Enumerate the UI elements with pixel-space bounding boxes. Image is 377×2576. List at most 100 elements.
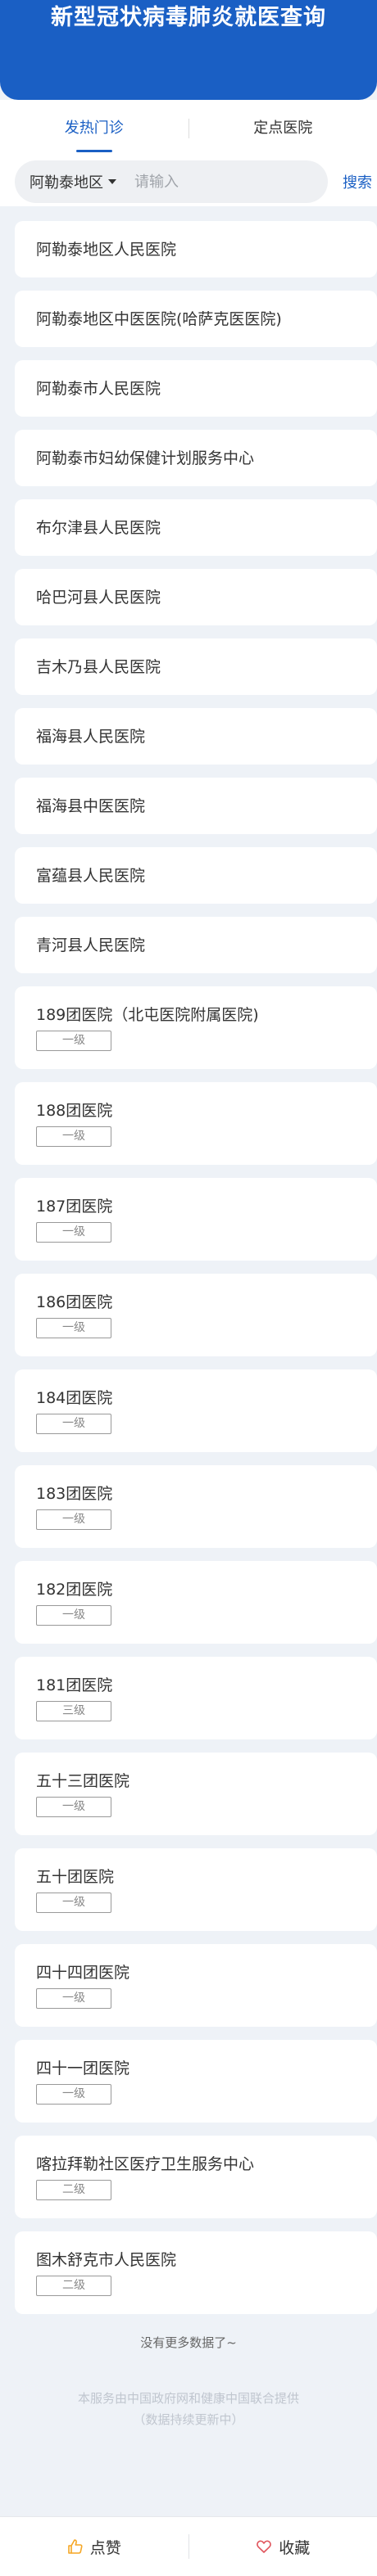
tab-bar: 发热门诊 定点医院 <box>0 100 377 157</box>
hospital-card[interactable]: 福海县中医医院 <box>15 778 377 834</box>
hospital-card-content: 阿勒泰地区人民医院 <box>36 239 176 260</box>
hospital-card[interactable]: 五十团医院 一级 <box>15 1848 377 1931</box>
hospital-name: 喀拉拜勒社区医疗卫生服务中心 <box>36 2155 255 2173</box>
hospital-card-content: 阿勒泰地区中医医院(哈萨克医医院) <box>36 309 282 330</box>
hospital-name: 四十四团医院 <box>36 1964 130 1982</box>
no-more-data: 没有更多数据了~ <box>140 2335 237 2350</box>
hospital-card-content: 图木舒克市人民医院 二级 <box>36 2249 356 2296</box>
hospital-name: 福海县人民医院 <box>36 727 146 746</box>
hospital-name: 阿勒泰市妇幼保健计划服务中心 <box>36 449 255 467</box>
page-title: 新型冠状病毒肺炎就医查询 <box>51 5 326 30</box>
footer-note-line1: 本服务由中国政府网和健康中国联合提供 <box>77 2391 299 2406</box>
page-header: 新型冠状病毒肺炎就医查询 <box>0 0 377 100</box>
hospital-card[interactable]: 福海县人民医院 <box>15 708 377 765</box>
search-button[interactable]: 搜索 <box>343 171 372 192</box>
hospital-card-content: 阿勒泰市人民医院 <box>36 378 161 399</box>
hospital-level-badge: 一级 <box>36 1893 111 1913</box>
search-pill: 阿勒泰地区 <box>15 160 328 203</box>
region-select[interactable]: 阿勒泰地区 <box>30 171 116 192</box>
hospital-card-content: 188团医院 一级 <box>36 1100 356 1147</box>
hospital-card[interactable]: 四十一团医院 一级 <box>15 2040 377 2123</box>
hospital-name: 布尔津县人民医院 <box>36 518 161 537</box>
hospital-name: 184团医院 <box>36 1389 113 1407</box>
favorite-label: 收藏 <box>279 2538 311 2557</box>
hospital-name: 四十一团医院 <box>36 2059 130 2077</box>
hospital-card[interactable]: 哈巴河县人民医院 <box>15 569 377 625</box>
search-bar: 阿勒泰地区 搜索 <box>0 157 377 206</box>
hospital-level-badge: 一级 <box>36 1318 111 1338</box>
hospital-level-badge: 一级 <box>36 1414 111 1434</box>
hospital-name: 图木舒克市人民医院 <box>36 2251 177 2269</box>
hospital-card[interactable]: 189团医院（北屯医院附属医院) 一级 <box>15 986 377 1069</box>
hospital-card-content: 182团医院 一级 <box>36 1579 356 1626</box>
bottom-action-bar: 点赞 收藏 <box>0 2516 377 2576</box>
hospital-card-content: 吉木乃县人民医院 <box>36 656 161 678</box>
like-button[interactable]: 点赞 <box>0 2536 188 2558</box>
hospital-card[interactable]: 181团医院 三级 <box>15 1657 377 1739</box>
hospital-card-content: 青河县人民医院 <box>36 935 145 956</box>
hospital-card-content: 阿勒泰市妇幼保健计划服务中心 <box>36 448 254 469</box>
hospital-card-content: 五十团医院 一级 <box>36 1866 356 1913</box>
footer-note: 本服务由中国政府网和健康中国联合提供 （数据持续更新中） <box>0 2388 377 2430</box>
search-input[interactable] <box>134 173 298 191</box>
hospital-name: 189团医院（北屯医院附属医院) <box>36 1006 259 1024</box>
hospital-card[interactable]: 阿勒泰市妇幼保健计划服务中心 <box>15 430 377 486</box>
caret-down-icon <box>108 179 116 184</box>
favorite-button[interactable]: 收藏 <box>189 2536 377 2558</box>
hospital-name: 哈巴河县人民医院 <box>36 588 161 607</box>
hospital-card-content: 哈巴河县人民医院 <box>36 587 161 608</box>
hospital-card[interactable]: 阿勒泰市人民医院 <box>15 360 377 417</box>
hospital-name: 阿勒泰地区人民医院 <box>36 240 177 259</box>
hospital-name: 186团医院 <box>36 1293 113 1311</box>
hospital-card-content: 福海县人民医院 <box>36 726 145 747</box>
hospital-card-content: 喀拉拜勒社区医疗卫生服务中心 二级 <box>36 2154 356 2200</box>
hospital-card[interactable]: 图木舒克市人民医院 二级 <box>15 2231 377 2314</box>
hospital-card-content: 189团医院（北屯医院附属医院) 一级 <box>36 1004 356 1051</box>
hospital-level-badge: 一级 <box>36 1605 111 1626</box>
hospital-card[interactable]: 布尔津县人民医院 <box>15 499 377 556</box>
hospital-name: 五十团医院 <box>36 1868 115 1886</box>
hospital-name: 187团医院 <box>36 1198 113 1216</box>
hospital-level-badge: 一级 <box>36 1222 111 1243</box>
hospital-card-content: 183团医院 一级 <box>36 1483 356 1530</box>
hospital-name: 阿勒泰地区中医医院(哈萨克医医院) <box>36 309 282 328</box>
hospital-card-content: 富蕴县人民医院 <box>36 865 145 886</box>
hospital-card-content: 福海县中医医院 <box>36 796 145 817</box>
footer-note-line2: （数据持续更新中） <box>133 2412 244 2427</box>
hospital-card[interactable]: 阿勒泰地区中医医院(哈萨克医医院) <box>15 291 377 347</box>
hospital-name: 188团医院 <box>36 1102 113 1120</box>
hospital-card[interactable]: 187团医院 一级 <box>15 1178 377 1261</box>
hospital-card-content: 187团医院 一级 <box>36 1196 356 1243</box>
hospital-card[interactable]: 吉木乃县人民医院 <box>15 638 377 695</box>
hospital-card-content: 四十一团医院 一级 <box>36 2058 356 2105</box>
hospital-list: 阿勒泰地区人民医院阿勒泰地区中医医院(哈萨克医医院) 阿勒泰市人民医院阿勒泰市妇幼… <box>0 206 377 2314</box>
region-label: 阿勒泰地区 <box>30 174 103 192</box>
hospital-card[interactable]: 188团医院 一级 <box>15 1082 377 1165</box>
hospital-level-badge: 一级 <box>36 1031 111 1051</box>
hospital-level-badge: 一级 <box>36 1797 111 1817</box>
hospital-name: 吉木乃县人民医院 <box>36 657 161 676</box>
hospital-card-content: 五十三团医院 一级 <box>36 1771 356 1817</box>
hospital-card[interactable]: 阿勒泰地区人民医院 <box>15 221 377 277</box>
tab-fever-clinic[interactable]: 发热门诊 <box>0 100 188 157</box>
hospital-card[interactable]: 五十三团医院 一级 <box>15 1753 377 1835</box>
hospital-card[interactable]: 186团医院 一级 <box>15 1274 377 1356</box>
hospital-card[interactable]: 183团医院 一级 <box>15 1465 377 1548</box>
hospital-card[interactable]: 青河县人民医院 <box>15 917 377 973</box>
hospital-level-badge: 一级 <box>36 1126 111 1147</box>
hospital-name: 五十三团医院 <box>36 1772 130 1790</box>
tab-designated-hospital[interactable]: 定点医院 <box>189 100 377 157</box>
hospital-card[interactable]: 四十四团医院 一级 <box>15 1944 377 2027</box>
hospital-card-content: 四十四团医院 一级 <box>36 1962 356 2009</box>
hospital-card[interactable]: 182团医院 一级 <box>15 1561 377 1644</box>
hospital-card[interactable]: 184团医院 一级 <box>15 1369 377 1452</box>
hospital-level-badge: 二级 <box>36 2180 111 2200</box>
hospital-card[interactable]: 富蕴县人民医院 <box>15 847 377 904</box>
hospital-name: 183团医院 <box>36 1485 113 1503</box>
hospital-name: 青河县人民医院 <box>36 936 146 954</box>
thumbs-up-icon <box>67 2539 83 2554</box>
heart-icon <box>257 2540 272 2553</box>
hospital-name: 182团医院 <box>36 1581 113 1599</box>
hospital-card[interactable]: 喀拉拜勒社区医疗卫生服务中心 二级 <box>15 2136 377 2218</box>
hospital-card-content: 186团医院 一级 <box>36 1292 356 1338</box>
